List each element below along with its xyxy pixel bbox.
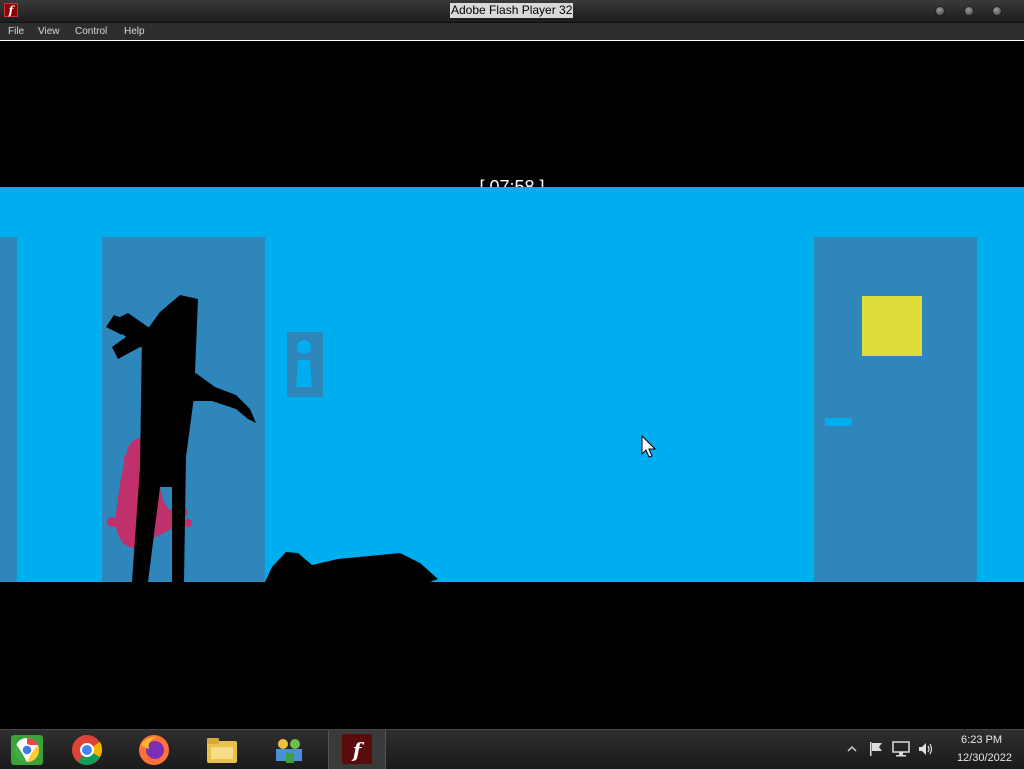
flash-app-icon[interactable]: f: [4, 3, 18, 17]
close-button[interactable]: [992, 6, 1002, 16]
flag-icon[interactable]: [868, 741, 884, 757]
fallen-silhouette: [265, 552, 438, 582]
network-icon[interactable]: [892, 741, 910, 757]
network-users-icon[interactable]: [272, 733, 306, 767]
taskbar: f 6:23 PM 12/30/2022: [0, 729, 1024, 769]
firefox-icon[interactable]: [137, 733, 171, 767]
menu-file[interactable]: File: [8, 25, 24, 38]
menu-control[interactable]: Control: [75, 25, 107, 38]
menu-bar: File View Control Help: [0, 23, 1024, 41]
flash-player-icon[interactable]: f: [341, 733, 373, 765]
menu-view[interactable]: View: [38, 25, 60, 38]
clock-date[interactable]: 12/30/2022: [930, 752, 1012, 764]
file-explorer-icon[interactable]: [205, 733, 239, 767]
game-characters: [106, 295, 657, 582]
minimize-button[interactable]: [935, 6, 945, 16]
maximize-button[interactable]: [964, 6, 974, 16]
mouse-cursor-icon: [641, 434, 657, 458]
menu-help[interactable]: Help: [124, 25, 145, 38]
window-titlebar[interactable]: f Adobe Flash Player 32: [0, 0, 1024, 23]
chromium-icon[interactable]: [10, 733, 44, 767]
tray-expand-icon[interactable]: [846, 744, 858, 754]
taskbar-flash-active[interactable]: f: [328, 730, 386, 769]
chrome-icon[interactable]: [70, 733, 104, 767]
window-title: Adobe Flash Player 32: [450, 3, 574, 18]
clock-time[interactable]: 6:23 PM: [940, 734, 1002, 746]
